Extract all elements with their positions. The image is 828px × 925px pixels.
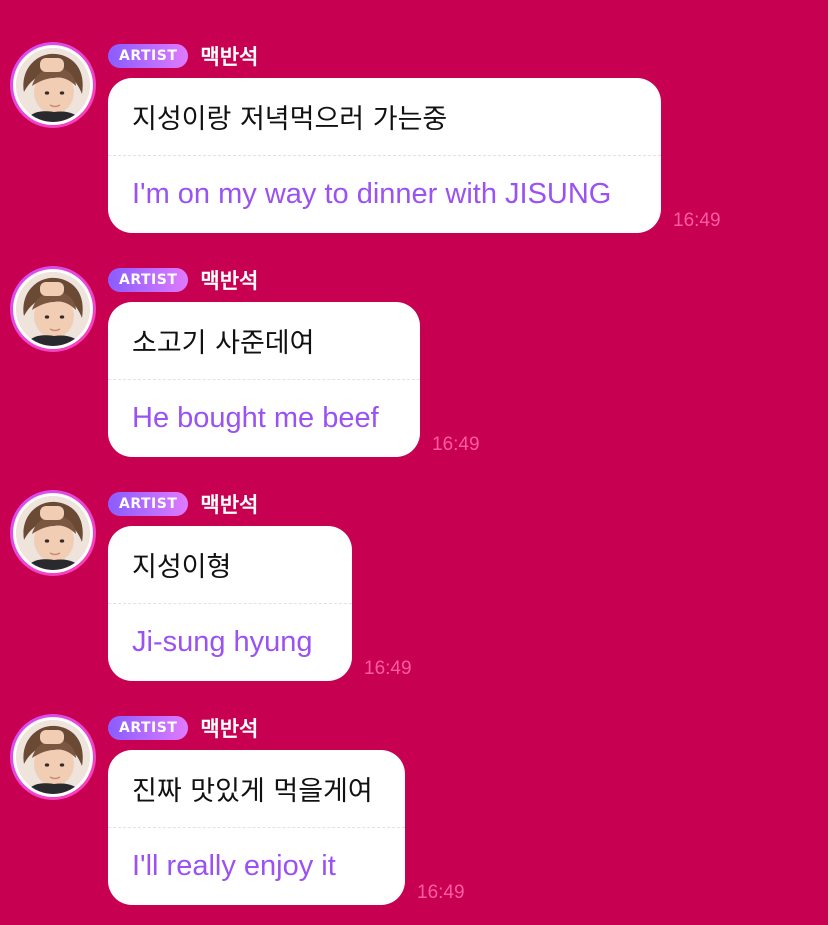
sender-name: 맥반석 bbox=[200, 45, 259, 69]
message-header: ARTIST 맥반석 bbox=[108, 266, 258, 294]
original-text: 진짜 맛있게 먹을게여 bbox=[132, 776, 373, 807]
translated-text: He bought me beef bbox=[132, 402, 379, 434]
avatar[interactable] bbox=[10, 714, 96, 800]
message-bubble[interactable]: 진짜 맛있게 먹을게여 I'll really enjoy it bbox=[108, 750, 405, 905]
avatar-photo bbox=[16, 720, 90, 794]
original-text: 지성이형 bbox=[132, 552, 232, 583]
avatar[interactable] bbox=[10, 266, 96, 352]
artist-badge: ARTIST bbox=[108, 44, 189, 68]
translated-text: I'll really enjoy it bbox=[132, 850, 336, 882]
message-header: ARTIST 맥반석 bbox=[108, 42, 258, 70]
chat-message: ARTIST 맥반석 지성이랑 저녁먹으러 가는중 I'm on my way … bbox=[0, 0, 828, 233]
avatar-ring bbox=[13, 269, 93, 349]
message-bubble[interactable]: 지성이랑 저녁먹으러 가는중 I'm on my way to dinner w… bbox=[108, 78, 661, 233]
message-header: ARTIST 맥반석 bbox=[108, 490, 258, 518]
avatar-photo bbox=[16, 496, 90, 570]
avatar-photo bbox=[16, 272, 90, 346]
chat-message: ARTIST 맥반석 진짜 맛있게 먹을게여 I'll really enjoy… bbox=[0, 672, 828, 905]
avatar[interactable] bbox=[10, 490, 96, 576]
timestamp: 16:49 bbox=[417, 882, 465, 903]
avatar-photo bbox=[16, 48, 90, 122]
translated-text: I'm on my way to dinner with JISUNG bbox=[132, 178, 612, 210]
sender-name: 맥반석 bbox=[200, 493, 259, 517]
avatar-ring bbox=[13, 717, 93, 797]
avatar-ring bbox=[13, 45, 93, 125]
avatar-ring bbox=[13, 493, 93, 573]
chat-message: ARTIST 맥반석 지성이형 Ji-sung hyung 16:49 bbox=[0, 448, 828, 681]
sender-name: 맥반석 bbox=[200, 269, 259, 293]
original-text: 소고기 사준데여 bbox=[132, 328, 315, 359]
artist-badge: ARTIST bbox=[108, 716, 189, 740]
sender-name: 맥반석 bbox=[200, 717, 259, 741]
artist-badge: ARTIST bbox=[108, 268, 189, 292]
chat-message: ARTIST 맥반석 소고기 사준데여 He bought me beef 16… bbox=[0, 224, 828, 457]
artist-badge: ARTIST bbox=[108, 492, 189, 516]
avatar[interactable] bbox=[10, 42, 96, 128]
translated-text: Ji-sung hyung bbox=[132, 626, 313, 658]
message-header: ARTIST 맥반석 bbox=[108, 714, 258, 742]
original-text: 지성이랑 저녁먹으러 가는중 bbox=[132, 104, 448, 135]
message-bubble[interactable]: 지성이형 Ji-sung hyung bbox=[108, 526, 352, 681]
message-bubble[interactable]: 소고기 사준데여 He bought me beef bbox=[108, 302, 420, 457]
